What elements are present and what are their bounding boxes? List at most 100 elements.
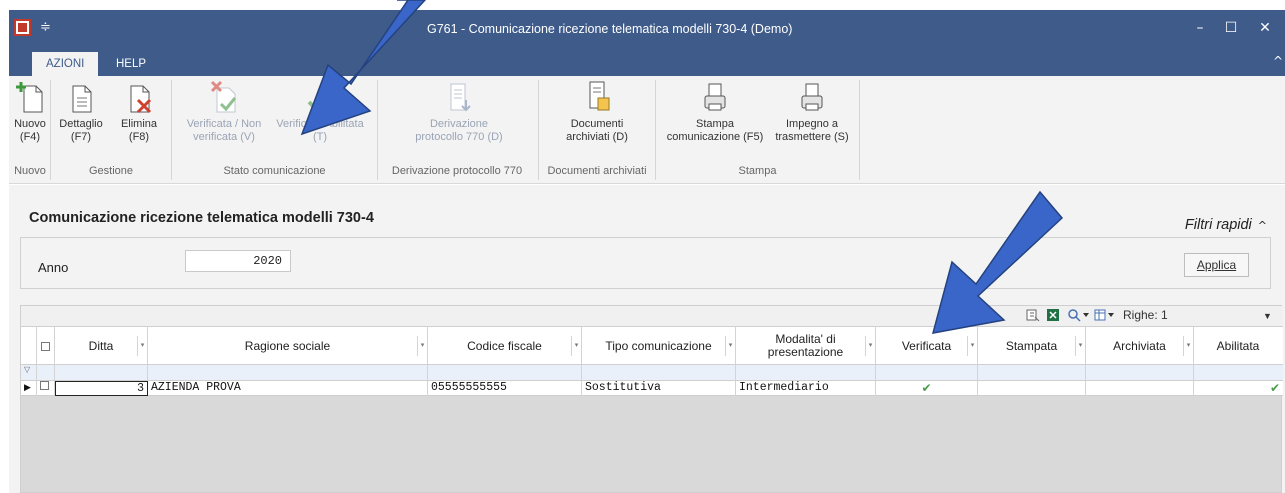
row-pointer-icon: ▶ bbox=[21, 381, 37, 396]
elimina-button[interactable]: Elimina (F8) bbox=[111, 80, 167, 144]
grid-header: Ditta ▾ Ragione sociale ▾ Codice fiscale ▾ … bbox=[21, 327, 1283, 365]
dettaglio-label: Dettaglio bbox=[59, 118, 103, 130]
column-header-tipo-comunicazione[interactable]: Tipo comunicazione ▾ bbox=[582, 327, 736, 365]
filter-icon: ▽ bbox=[21, 365, 37, 381]
ribbon-tabs: AZIONI HELP ^ bbox=[9, 48, 1285, 76]
group-label-gestione: Gestione bbox=[88, 165, 134, 177]
chevron-up-icon: ^ bbox=[1257, 219, 1267, 232]
collapse-ribbon-icon[interactable]: ^ bbox=[1273, 54, 1283, 68]
anno-label: Anno bbox=[38, 260, 69, 275]
column-header-archiviata[interactable]: Archiviata ▾ bbox=[1086, 327, 1194, 365]
applica-button[interactable]: Applica bbox=[1184, 253, 1249, 277]
close-button[interactable]: ✕ bbox=[1252, 17, 1278, 41]
excel-icon[interactable] bbox=[1046, 308, 1060, 325]
documenti-archiviati-button[interactable]: Documenti archiviati (D) bbox=[542, 80, 652, 144]
column-filter-dropdown-icon[interactable]: ▾ bbox=[137, 336, 147, 356]
grid-toolbar: Righe: 1 ▼ bbox=[21, 306, 1283, 327]
archive-documents-icon bbox=[582, 80, 612, 114]
righe-count: Righe: 1 bbox=[1123, 308, 1168, 322]
column-filter-dropdown-icon[interactable]: ▾ bbox=[1183, 336, 1193, 356]
anno-input[interactable]: 2020 bbox=[185, 250, 291, 272]
grid-menu-dropdown-icon[interactable]: ▼ bbox=[1263, 311, 1272, 321]
documenti-label: Documenti bbox=[570, 118, 624, 130]
column-filter-dropdown-icon[interactable]: ▾ bbox=[865, 336, 875, 356]
impegno-trasmettere-button[interactable]: Impegno a trasmettere (S) bbox=[770, 80, 854, 144]
group-label-stato: Stato comunicazione bbox=[223, 165, 326, 177]
verificata-abilitata-button[interactable]: Verificata/Abilitata (T) bbox=[267, 80, 373, 144]
cell-archiviata[interactable] bbox=[1086, 381, 1194, 396]
tab-azioni[interactable]: AZIONI bbox=[32, 52, 99, 76]
cell-tipo-comunicazione[interactable]: Sostitutiva bbox=[582, 381, 736, 396]
group-label-stampa: Stampa bbox=[738, 165, 777, 177]
verificata-abilitata-label: Verificata/Abilitata bbox=[276, 118, 364, 130]
verificata-non-label: Verificata / Non bbox=[186, 118, 262, 130]
column-header-codice-fiscale[interactable]: Codice fiscale ▾ bbox=[428, 327, 582, 365]
stampa-shortcut: comunicazione (F5) bbox=[666, 131, 764, 143]
cell-stampata[interactable] bbox=[978, 381, 1086, 396]
derivazione-protocollo-button[interactable]: Derivazione protocollo 770 (D) bbox=[381, 80, 537, 144]
column-header-ditta[interactable]: Ditta ▾ bbox=[55, 327, 148, 365]
filtri-rapidi-toggle[interactable]: Filtri rapidi ^ bbox=[1185, 217, 1267, 233]
group-label-derivazione: Derivazione protocollo 770 bbox=[391, 165, 523, 177]
dettaglio-button[interactable]: Dettaglio (F7) bbox=[54, 80, 108, 144]
column-header-modalita[interactable]: Modalita' di presentazione ▾ bbox=[736, 327, 876, 365]
main-panel: Comunicazione ricezione telematica model… bbox=[9, 185, 1285, 493]
zoom-dropdown-icon[interactable] bbox=[1067, 308, 1089, 325]
column-filter-dropdown-icon[interactable]: ▾ bbox=[725, 336, 735, 356]
group-label-documenti: Documenti archiviati bbox=[547, 165, 647, 177]
elimina-label: Elimina bbox=[120, 118, 158, 130]
column-header-verificata[interactable]: Verificata ▾ bbox=[876, 327, 978, 365]
column-filter-dropdown-icon[interactable]: ▾ bbox=[1075, 336, 1085, 356]
cell-verificata[interactable]: ✔ bbox=[876, 381, 978, 396]
column-header-stampata[interactable]: Stampata ▾ bbox=[978, 327, 1086, 365]
column-header-abilitata[interactable]: Abilitata bbox=[1194, 327, 1282, 365]
elimina-shortcut: (F8) bbox=[128, 131, 150, 143]
checkmark-icon bbox=[305, 80, 335, 114]
window-title: G761 - Comunicazione ricezione telematic… bbox=[427, 22, 793, 36]
grid-filter-row[interactable]: ▽ bbox=[21, 365, 1283, 381]
cell-codice-fiscale[interactable]: 05555555555 bbox=[428, 381, 582, 396]
column-filter-dropdown-icon[interactable]: ▾ bbox=[967, 336, 977, 356]
ribbon: Nuovo (F4) Dettaglio (F7) Elimina (F8) V… bbox=[9, 76, 1285, 184]
group-label-nuovo: Nuovo bbox=[14, 165, 46, 177]
export-icon[interactable] bbox=[1026, 308, 1040, 325]
data-grid: Righe: 1 ▼ Ditta ▾ Ragione sociale ▾ Codic… bbox=[20, 305, 1283, 493]
filter-panel: Anno 2020 Applica bbox=[20, 237, 1271, 289]
checkmark-icon: ✔ bbox=[1269, 381, 1280, 395]
cell-abilitata[interactable]: ✔ bbox=[1194, 381, 1283, 396]
row-indicator-header bbox=[21, 327, 37, 365]
derivazione-label: Derivazione bbox=[429, 118, 489, 130]
quick-access-menu-icon[interactable]: ≑ bbox=[40, 19, 51, 35]
nuovo-button[interactable]: Nuovo (F4) bbox=[13, 80, 47, 144]
column-filter-dropdown-icon[interactable]: ▾ bbox=[417, 336, 427, 356]
derive-document-icon bbox=[444, 80, 474, 114]
impegno-label: Impegno a bbox=[786, 118, 838, 130]
verificata-non-verificata-button[interactable]: Verificata / Non verificata (V) bbox=[174, 80, 274, 144]
maximize-button[interactable]: ☐ bbox=[1218, 17, 1244, 41]
desktop-strip bbox=[0, 0, 1285, 10]
delete-document-icon bbox=[124, 80, 154, 114]
row-checkbox[interactable] bbox=[37, 381, 55, 396]
column-filter-dropdown-icon[interactable]: ▾ bbox=[571, 336, 581, 356]
tab-help[interactable]: HELP bbox=[102, 52, 160, 76]
filtri-rapidi-label: Filtri rapidi bbox=[1184, 217, 1252, 233]
select-all-checkbox[interactable] bbox=[37, 327, 55, 365]
stampa-comunicazione-button[interactable]: Stampa comunicazione (F5) bbox=[661, 80, 769, 144]
group-separator bbox=[859, 80, 860, 180]
columns-dropdown-icon[interactable] bbox=[1094, 308, 1116, 325]
impegno-shortcut: trasmettere (S) bbox=[775, 131, 849, 143]
verificata-non-shortcut: verificata (V) bbox=[193, 131, 255, 143]
nuovo-label: Nuovo bbox=[14, 118, 46, 130]
minimize-button[interactable]: – bbox=[1187, 17, 1213, 41]
column-header-ragione-sociale[interactable]: Ragione sociale ▾ bbox=[148, 327, 428, 365]
cell-ragione-sociale[interactable]: AZIENDA PROVA bbox=[148, 381, 428, 396]
verificata-abilitata-shortcut: (T) bbox=[312, 131, 328, 143]
dettaglio-shortcut: (F7) bbox=[70, 131, 92, 143]
page-title: Comunicazione ricezione telematica model… bbox=[29, 210, 374, 226]
table-row[interactable]: ▶ 3 AZIENDA PROVA 05555555555 Sostitutiv… bbox=[21, 381, 1283, 396]
documenti-shortcut: archiviati (D) bbox=[566, 131, 628, 143]
printer-icon bbox=[700, 80, 730, 114]
cell-modalita[interactable]: Intermediario bbox=[736, 381, 876, 396]
cell-ditta[interactable]: 3 bbox=[55, 381, 148, 396]
app-icon[interactable] bbox=[14, 19, 31, 36]
